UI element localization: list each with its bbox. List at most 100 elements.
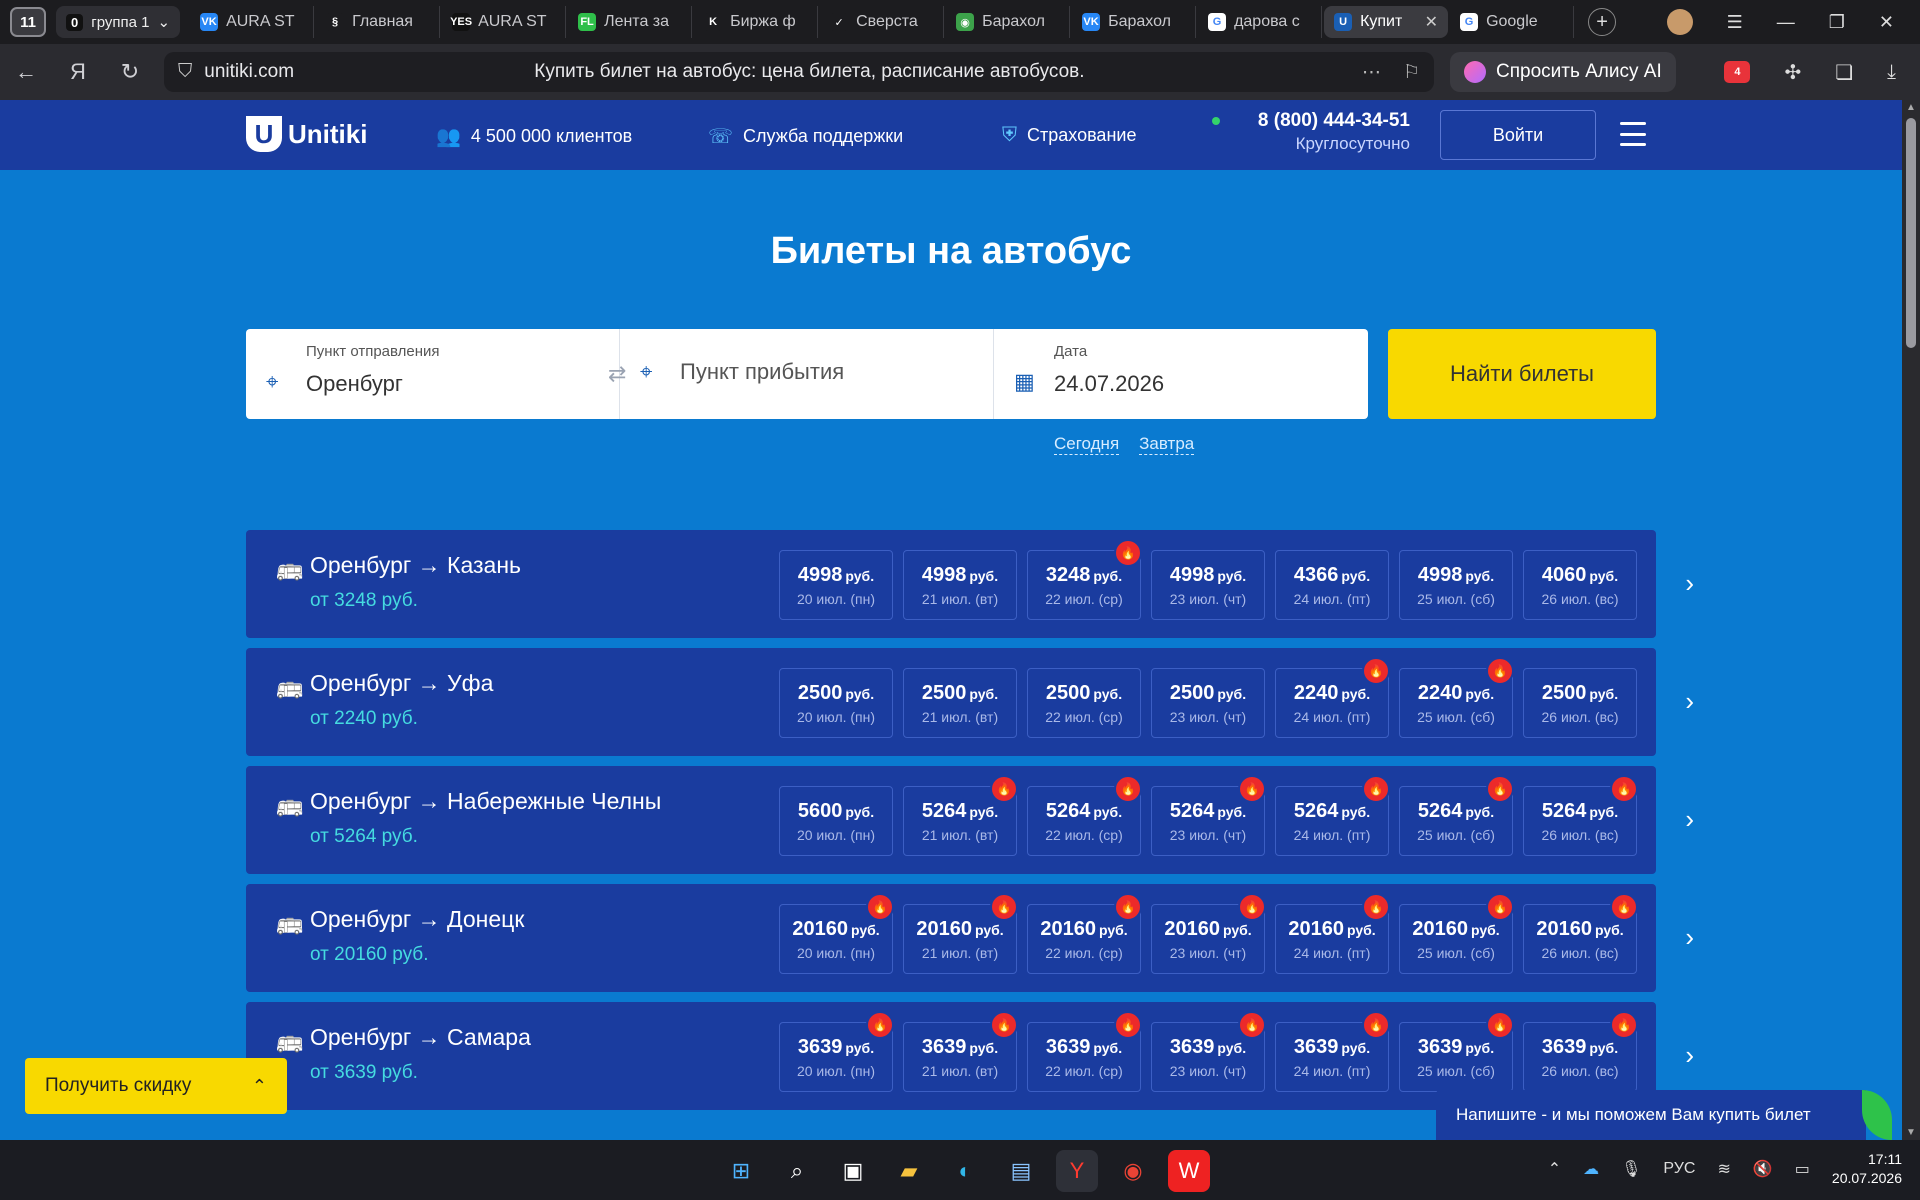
reload-icon[interactable]: ↻ bbox=[104, 59, 156, 85]
edge-icon[interactable]: ◐ bbox=[944, 1150, 986, 1192]
speaker-muted-icon[interactable]: 🔇 bbox=[1753, 1159, 1773, 1179]
day-price-button[interactable]: 5264 руб. 24 июл. (пт) 🔥 bbox=[1275, 775, 1390, 856]
day-price-button[interactable]: 5264 руб. 26 июл. (вс) 🔥 bbox=[1523, 775, 1638, 856]
page-scrollbar[interactable]: ▲ ▼ bbox=[1902, 100, 1920, 1140]
day-price-button[interactable]: 4998 руб. 21 июл. (вт) bbox=[903, 550, 1017, 620]
day-price-button[interactable]: 3639 руб. 21 июл. (вт) 🔥 bbox=[903, 1011, 1018, 1092]
day-price-button[interactable]: 4998 руб. 20 июл. (пн) bbox=[779, 550, 893, 620]
day-price-button[interactable]: 3639 руб. 20 июл. (пн) 🔥 bbox=[779, 1011, 894, 1092]
route-name[interactable]: Оренбург → Самара bbox=[310, 1024, 531, 1051]
day-price-button[interactable]: 2500 руб. 20 июл. (пн) bbox=[779, 668, 893, 738]
wps-icon[interactable]: W bbox=[1168, 1150, 1210, 1192]
tab-counter[interactable]: 11 bbox=[10, 7, 46, 37]
task-view-icon[interactable]: ▣ bbox=[832, 1150, 874, 1192]
wifi-icon[interactable]: ≋ bbox=[1717, 1159, 1730, 1179]
browser-tab[interactable]: ◉ Барахол bbox=[946, 6, 1071, 38]
search-icon[interactable]: ⌕ bbox=[776, 1150, 818, 1192]
browser-tab[interactable]: YES AURA ST bbox=[442, 6, 567, 38]
browser-tab[interactable]: G Google bbox=[1450, 6, 1575, 38]
browser-tab[interactable]: VK Барахол bbox=[1072, 6, 1197, 38]
menu-icon[interactable]: ☰ bbox=[1727, 12, 1743, 33]
day-price-button[interactable]: 20160 руб. 21 июл. (вт) 🔥 bbox=[903, 893, 1018, 974]
day-price-button[interactable]: 4998 руб. 23 июл. (чт) bbox=[1151, 550, 1265, 620]
day-price-button[interactable]: 3639 руб. 24 июл. (пт) 🔥 bbox=[1275, 1011, 1390, 1092]
chat-widget[interactable]: Напишите - и мы поможем Вам купить билет bbox=[1436, 1090, 1892, 1140]
download-icon[interactable]: ⤓ bbox=[1887, 61, 1896, 84]
chevron-right-icon[interactable]: › bbox=[1685, 568, 1694, 599]
unitiki-logo[interactable]: U Unitiki bbox=[246, 116, 367, 152]
day-price-button[interactable]: 5264 руб. 22 июл. (ср) 🔥 bbox=[1027, 775, 1142, 856]
restore-icon[interactable]: ❐ bbox=[1829, 12, 1845, 33]
day-price-button[interactable]: 20160 руб. 26 июл. (вс) 🔥 bbox=[1523, 893, 1638, 974]
scroll-down-icon[interactable]: ▼ bbox=[1906, 1127, 1916, 1138]
route-card[interactable]: 🚌 Оренбург → Донецк от 20160 руб. 20160 руб.… bbox=[246, 884, 1694, 992]
onedrive-icon[interactable]: ☁ bbox=[1583, 1159, 1599, 1179]
browser-tab[interactable]: Gдарова с bbox=[1198, 6, 1323, 38]
route-name[interactable]: Оренбург → Уфа bbox=[310, 670, 493, 697]
day-price-button[interactable]: 20160 руб. 20 июл. (пн) 🔥 bbox=[779, 893, 894, 974]
browser-tab[interactable]: VK AURA ST bbox=[190, 6, 315, 38]
date-field[interactable]: Дата ▦ 24.07.2026 bbox=[994, 329, 1368, 419]
support-phone[interactable]: 8 (800) 444-34-51 Круглосуточно bbox=[1212, 110, 1410, 154]
route-card[interactable]: 🚌 Оренбург → Казань от 3248 руб. 4998 руб. 20… bbox=[246, 530, 1694, 638]
swap-icon[interactable]: ⇄ bbox=[608, 361, 626, 387]
battery-icon[interactable]: ▭ bbox=[1795, 1159, 1810, 1179]
day-price-button[interactable]: 4998 руб. 25 июл. (сб) bbox=[1399, 550, 1513, 620]
day-price-button[interactable]: 20160 руб. 22 июл. (ср) 🔥 bbox=[1027, 893, 1142, 974]
start-windows-icon[interactable]: ⊞ bbox=[720, 1150, 762, 1192]
day-price-button[interactable]: 3639 руб. 23 июл. (чт) 🔥 bbox=[1151, 1011, 1266, 1092]
today-link[interactable]: Сегодня bbox=[1054, 434, 1120, 455]
support-link[interactable]: ☏ Служба поддержки bbox=[708, 124, 903, 149]
day-price-button[interactable]: 3639 руб. 25 июл. (сб) 🔥 bbox=[1399, 1011, 1514, 1092]
day-price-button[interactable]: 20160 руб. 23 июл. (чт) 🔥 bbox=[1151, 893, 1266, 974]
route-card[interactable]: 🚌 Оренбург → Уфа от 2240 руб. 2500 руб. 20 ию… bbox=[246, 648, 1694, 756]
chevron-right-icon[interactable]: › bbox=[1685, 1040, 1694, 1071]
file-explorer-icon[interactable]: ▰ bbox=[888, 1150, 930, 1192]
day-price-button[interactable]: 20160 руб. 25 июл. (сб) 🔥 bbox=[1399, 893, 1514, 974]
day-price-button[interactable]: 4366 руб. 24 июл. (пт) bbox=[1275, 550, 1389, 620]
login-button[interactable]: Войти bbox=[1440, 110, 1596, 160]
clients-link[interactable]: 👥 4 500 000 клиентов bbox=[436, 124, 632, 149]
day-price-button[interactable]: 2500 руб. 23 июл. (чт) bbox=[1151, 668, 1265, 738]
scrollbar-thumb[interactable] bbox=[1906, 118, 1916, 348]
profile-avatar[interactable] bbox=[1666, 9, 1693, 35]
browser-tab[interactable]: U Купит ✕ bbox=[1324, 6, 1449, 38]
alice-button[interactable]: Спросить Алису AI bbox=[1450, 52, 1676, 92]
chrome-icon[interactable]: ◉ bbox=[1112, 1150, 1154, 1192]
day-price-button[interactable]: 5264 руб. 25 июл. (сб) 🔥 bbox=[1399, 775, 1514, 856]
chevron-right-icon[interactable]: › bbox=[1685, 804, 1694, 835]
day-price-button[interactable]: 5264 руб. 21 июл. (вт) 🔥 bbox=[903, 775, 1018, 856]
day-price-button[interactable]: 2500 руб. 26 июл. (вс) bbox=[1523, 668, 1637, 738]
departure-field[interactable]: Пункт отправления ⌖ Оренбург ⇄ bbox=[246, 329, 626, 419]
day-price-button[interactable]: 20160 руб. 24 июл. (пт) 🔥 bbox=[1275, 893, 1390, 974]
back-arrow-icon[interactable]: ← bbox=[0, 59, 52, 85]
route-name[interactable]: Оренбург → Донецк bbox=[310, 906, 524, 933]
more-dots-icon[interactable]: ⋯ bbox=[1362, 61, 1381, 84]
day-price-button[interactable]: 5600 руб. 20 июл. (пн) bbox=[779, 786, 893, 856]
day-price-button[interactable]: 3639 руб. 22 июл. (ср) 🔥 bbox=[1027, 1011, 1142, 1092]
browser-tab[interactable]: ✓ Сверста bbox=[820, 6, 945, 38]
day-price-button[interactable]: 2240 руб. 24 июл. (пт) 🔥 bbox=[1275, 657, 1390, 738]
arrival-field[interactable]: ⌖ Пункт прибытия bbox=[620, 329, 994, 419]
get-discount-button[interactable]: Получить скидку ⌃ bbox=[25, 1058, 287, 1114]
day-price-button[interactable]: 2240 руб. 25 июл. (сб) 🔥 bbox=[1399, 657, 1514, 738]
clock[interactable]: 17:11 20.07.2026 bbox=[1832, 1150, 1902, 1188]
browser-tab[interactable]: FL Лента за bbox=[568, 6, 693, 38]
store-icon[interactable]: ▤ bbox=[1000, 1150, 1042, 1192]
insurance-link[interactable]: ⛨ Страхование bbox=[1002, 124, 1136, 147]
day-price-button[interactable]: 3248 руб. 22 июл. (ср) 🔥 bbox=[1027, 539, 1142, 620]
new-tab-button[interactable]: + bbox=[1588, 8, 1617, 36]
minimize-icon[interactable]: — bbox=[1777, 12, 1795, 33]
adblock-extension-icon[interactable]: 4 bbox=[1724, 61, 1751, 83]
language-indicator[interactable]: РУС bbox=[1663, 1160, 1695, 1178]
microphone-icon[interactable]: 🎙 bbox=[1621, 1159, 1641, 1179]
yandex-browser-icon[interactable]: Y bbox=[1056, 1150, 1098, 1192]
collections-icon[interactable]: ❏ bbox=[1835, 60, 1853, 85]
day-price-button[interactable]: 2500 руб. 21 июл. (вт) bbox=[903, 668, 1017, 738]
close-window-icon[interactable]: ✕ bbox=[1879, 12, 1894, 33]
route-name[interactable]: Оренбург → Набережные Челны bbox=[310, 788, 661, 815]
day-price-button[interactable]: 3639 руб. 26 июл. (вс) 🔥 bbox=[1523, 1011, 1638, 1092]
chevron-right-icon[interactable]: › bbox=[1685, 686, 1694, 717]
day-price-button[interactable]: 4060 руб. 26 июл. (вс) bbox=[1523, 550, 1637, 620]
browser-tab[interactable]: § Главная bbox=[316, 6, 441, 38]
